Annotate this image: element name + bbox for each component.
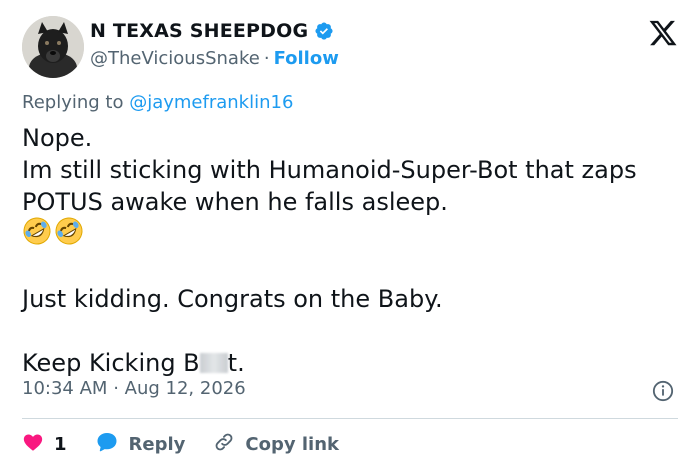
rolling-on-floor-laughing-icon <box>54 216 84 254</box>
tweet-time[interactable]: 10:34 AM <box>22 378 107 399</box>
author-name-row: N TEXAS SHEEPDOG <box>90 20 334 42</box>
reply-button[interactable]: Reply <box>95 430 186 459</box>
tweet-line-4: Keep Kicking B t. <box>22 347 682 379</box>
reply-label: Reply <box>128 433 186 455</box>
replying-to-mention[interactable]: @jaymefranklin16 <box>129 92 293 113</box>
action-bar: 1 Reply Copy link <box>22 428 367 460</box>
tweet-line-4-start: Keep Kicking B <box>22 349 200 377</box>
tweet-body: Nope. Im still sticking with Humanoid-Su… <box>22 122 682 379</box>
replying-to: Replying to @jaymefranklin16 <box>22 92 293 113</box>
censor-blur <box>199 353 228 373</box>
info-icon[interactable] <box>652 380 674 402</box>
timestamp-separator: · <box>113 378 119 399</box>
follow-button[interactable]: Follow <box>274 48 339 69</box>
verified-badge-icon <box>314 21 334 41</box>
tweet-line-2: Im still sticking with Humanoid-Super-Bo… <box>22 156 637 216</box>
link-icon <box>213 431 235 458</box>
heart-icon <box>22 431 44 458</box>
dog-avatar-image <box>22 16 84 78</box>
like-button[interactable]: 1 <box>22 431 67 458</box>
tweet-line-1: Nope. <box>22 124 93 152</box>
tweet-date[interactable]: Aug 12, 2026 <box>125 378 246 399</box>
tweet-line-4-end: t. <box>227 349 245 377</box>
tweet-line-3: Just kidding. Congrats on the Baby. <box>22 285 443 313</box>
handle-separator: · <box>263 48 270 69</box>
like-count: 1 <box>54 433 67 455</box>
rolling-on-floor-laughing-icon <box>22 216 52 254</box>
timestamp[interactable]: 10:34 AM · Aug 12, 2026 <box>22 378 246 399</box>
author-display-name[interactable]: N TEXAS SHEEPDOG <box>90 20 308 42</box>
replying-to-prefix: Replying to <box>22 92 124 113</box>
author-handle-row: @TheViciousSnake · Follow <box>90 48 339 69</box>
x-logo-icon[interactable] <box>648 18 678 48</box>
copy-link-label: Copy link <box>245 433 339 455</box>
reply-bubble-icon <box>95 430 119 459</box>
copy-link-button[interactable]: Copy link <box>213 431 339 458</box>
avatar[interactable] <box>22 16 84 78</box>
divider <box>22 418 678 419</box>
emoji-row <box>22 216 682 254</box>
author-handle[interactable]: @TheViciousSnake <box>90 48 260 69</box>
